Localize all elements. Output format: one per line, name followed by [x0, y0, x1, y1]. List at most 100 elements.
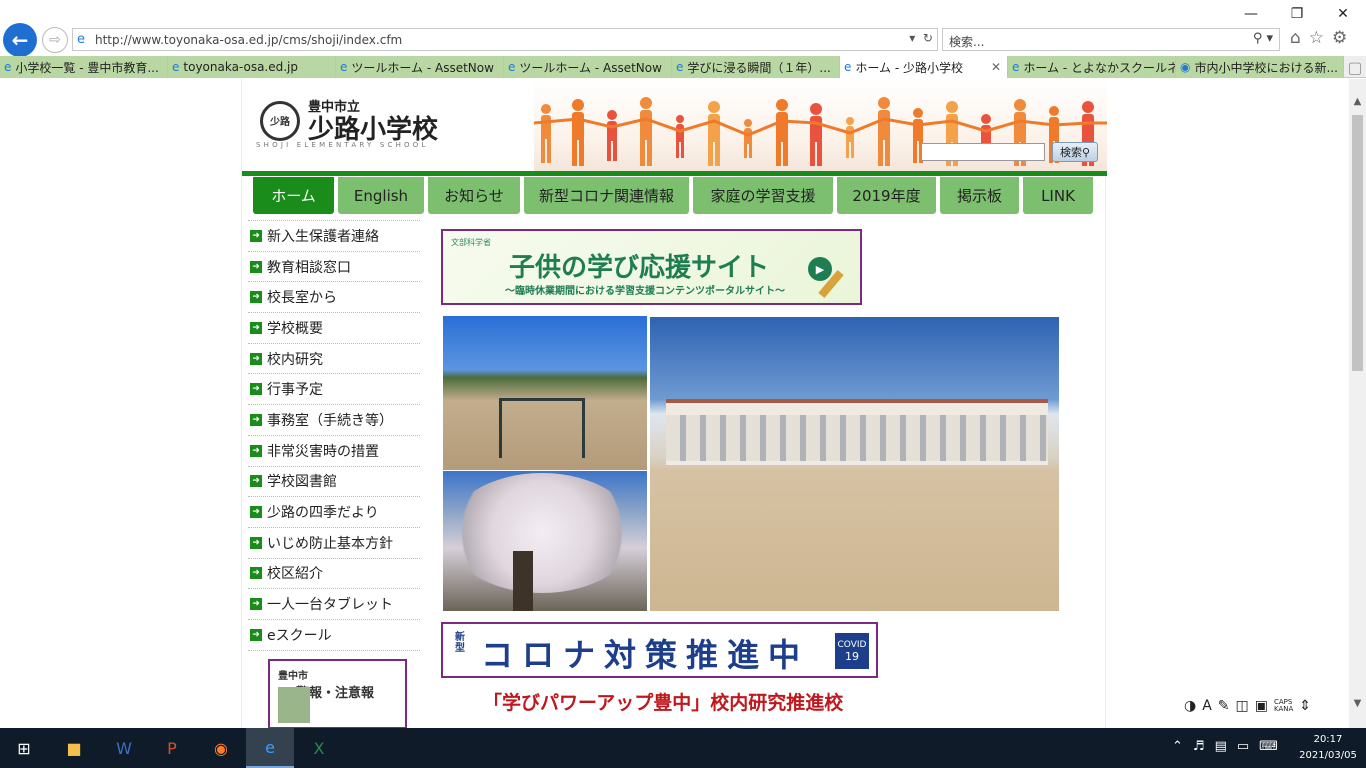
side-nav-item[interactable]: ➜ 学校概要: [248, 312, 420, 343]
chevron-up-icon[interactable]: ⌃: [1172, 739, 1183, 754]
school-emblem-icon: 少路: [260, 100, 300, 141]
new-tab-button[interactable]: ▢: [1344, 56, 1366, 78]
excel-icon[interactable]: X: [295, 728, 343, 768]
arrow-right-icon: ➜: [250, 536, 262, 549]
tab-item[interactable]: ◉ 市内小中学校における新...: [1176, 56, 1344, 78]
tab-item[interactable]: e toyonaka-osa.ed.jp: [168, 56, 336, 78]
address-bar[interactable]: e http://www.toyonaka-osa.ed.jp/cms/shoj…: [72, 28, 938, 51]
play-icon: ▶: [808, 257, 832, 281]
nav-link[interactable]: LINK: [1023, 177, 1093, 214]
tab-item-active[interactable]: e ホーム - 少路小学校 ✕: [840, 56, 1008, 78]
tab-item[interactable]: e ツールホーム - AssetNow: [504, 56, 672, 78]
side-nav-item[interactable]: ➜ 一人一台タブレット: [248, 588, 420, 619]
windows-start-icon[interactable]: ⊞: [0, 728, 48, 768]
arrow-right-icon: ➜: [250, 598, 262, 611]
weather-alert-banner[interactable]: 豊中市 警報・注意報: [268, 659, 407, 728]
home-icon[interactable]: ⌂: [1290, 28, 1301, 48]
favorites-star-icon[interactable]: ☆: [1309, 28, 1324, 48]
system-tray: ⌃ ♬ ▤ ▭ ⌨: [1172, 739, 1278, 754]
word-icon[interactable]: W: [100, 728, 148, 768]
internet-explorer-icon[interactable]: e: [246, 728, 294, 768]
nav-bulletin-board[interactable]: 掲示板: [940, 177, 1019, 214]
site-search-input[interactable]: [921, 143, 1045, 161]
school-tab-icon: ◉: [1180, 60, 1191, 74]
tab-item[interactable]: e 小学校一覧 - 豊中市教育...: [0, 56, 168, 78]
side-nav-item[interactable]: ➜ 事務室（手続き等）: [248, 404, 420, 435]
powerpoint-icon[interactable]: P: [148, 728, 196, 768]
arrow-right-icon: ➜: [250, 628, 262, 641]
firefox-icon[interactable]: ◉: [197, 728, 245, 768]
covid19-badge: COVID 19: [835, 633, 869, 669]
battery-icon[interactable]: ▭: [1237, 739, 1249, 754]
taskbar-clock[interactable]: 20:17 2021/03/05: [1296, 732, 1360, 764]
ime-mode-icon[interactable]: ◑: [1184, 698, 1196, 714]
side-nav: ➜ 新入生保護者連絡 ➜ 教育相談窓口 ➜ 校長室から ➜ 学校概要 ➜ 校内研究 ➜ 行事…: [248, 220, 420, 651]
file-explorer-icon[interactable]: ■: [50, 728, 98, 768]
ime-toolbar: ◑ A ✎ ◫ ▣ CAPS KANA ⇕: [1174, 692, 1346, 719]
arrow-right-icon: ➜: [250, 352, 262, 365]
ime-tools-icon[interactable]: ▣: [1255, 698, 1268, 714]
mext-learning-banner[interactable]: 文部科学省 子供の学び応援サイト ▶ 〜臨時休業期間における学習支援コンテンツポ…: [441, 229, 862, 305]
side-nav-item[interactable]: ➜ 教育相談窓口: [248, 250, 420, 282]
nav-home[interactable]: ホーム: [253, 177, 334, 214]
vertical-scrollbar[interactable]: ▲ ▼: [1349, 79, 1366, 728]
ime-input-mode-icon[interactable]: A: [1202, 698, 1212, 714]
side-nav-item[interactable]: ➜ 新入生保護者連絡: [248, 220, 420, 251]
school-logo[interactable]: 少路 豊中市立 少路小学校: [260, 96, 438, 145]
ime-pad-icon[interactable]: ◫: [1236, 698, 1249, 714]
arrow-right-icon: ➜: [250, 475, 262, 488]
arrow-right-icon: ➜: [250, 567, 262, 580]
nav-corona-info[interactable]: 新型コロナ関連情報: [524, 177, 689, 214]
tab-item[interactable]: e 学びに浸る瞬間（１年）...: [672, 56, 840, 78]
side-nav-item[interactable]: ➜ 校内研究: [248, 342, 420, 374]
global-nav-line: [242, 171, 1107, 176]
alert-banner-city: 豊中市: [278, 671, 308, 682]
settings-gear-icon[interactable]: ⚙: [1332, 28, 1347, 48]
scroll-down-icon[interactable]: ▼: [1349, 695, 1366, 712]
ie-tab-icon: e: [340, 60, 348, 74]
corona-banner-small: 新型: [455, 632, 465, 654]
nav-2019[interactable]: 2019年度: [837, 177, 936, 214]
side-nav-item[interactable]: ➜ いじめ防止基本方針: [248, 526, 420, 558]
arrow-right-icon: ➜: [250, 413, 262, 426]
cherry-tree-shape: [447, 473, 637, 593]
side-nav-item[interactable]: ➜ 少路の四季だより: [248, 496, 420, 527]
ie-tab-icon: e: [844, 60, 852, 74]
forward-button[interactable]: ⇨: [42, 27, 68, 53]
side-nav-item[interactable]: ➜ 校長室から: [248, 281, 420, 312]
tab-item[interactable]: eホーム - とよなかスクールネット: [1008, 56, 1176, 78]
network-icon[interactable]: ▤: [1215, 739, 1227, 754]
side-nav-item[interactable]: ➜ 非常災害時の措置: [248, 434, 420, 466]
nav-home-learning[interactable]: 家庭の学習支援: [693, 177, 833, 214]
ime-dictionary-icon[interactable]: ✎: [1218, 698, 1230, 714]
ie-page-icon: e: [77, 32, 85, 47]
browser-search-input[interactable]: 検索... ⚲ ▾: [942, 28, 1280, 51]
scroll-thumb[interactable]: [1352, 115, 1363, 371]
alert-banner-title: 警報・注意報: [296, 686, 375, 701]
site-search-button[interactable]: 検索 ⚲: [1052, 142, 1098, 162]
research-school-title: 「学びパワーアップ豊中」校内研究推進校: [483, 692, 844, 714]
nav-english[interactable]: English: [338, 177, 424, 214]
corona-measures-banner[interactable]: 新型 コロナ対策推進中 COVID 19: [441, 622, 878, 678]
volume-icon[interactable]: ♬: [1193, 739, 1205, 754]
side-nav-item[interactable]: ➜ 校区紹介: [248, 557, 420, 589]
tab-close-icon[interactable]: ✕: [991, 60, 1001, 74]
arrow-right-icon: ➜: [250, 229, 262, 242]
side-nav-item[interactable]: ➜ 行事予定: [248, 373, 420, 404]
back-button[interactable]: ←: [3, 23, 37, 57]
nav-news[interactable]: お知らせ: [428, 177, 520, 214]
clock-date: 2021/03/05: [1299, 750, 1357, 761]
side-nav-item[interactable]: ➜ eスクール: [248, 618, 420, 650]
ime-options-icon[interactable]: ⇕: [1299, 698, 1311, 714]
arrow-right-icon: ➜: [250, 383, 262, 396]
scroll-up-icon[interactable]: ▲: [1349, 93, 1366, 110]
search-icon[interactable]: ⚲ ▾: [1253, 31, 1273, 46]
tab-item[interactable]: e ツールホーム - AssetNow: [336, 56, 504, 78]
address-tools[interactable]: ▾ ↻: [909, 31, 933, 45]
keyboard-icon[interactable]: ⌨: [1259, 739, 1278, 754]
side-nav-item[interactable]: ➜ 学校図書館: [248, 465, 420, 497]
school-page: 少路 豊中市立 少路小学校 SHOJI ELEMENTARY SCHOOL 検索…: [241, 79, 1107, 728]
ie-tab-icon: e: [172, 60, 180, 74]
logo-text: 豊中市立 少路小学校: [308, 96, 438, 145]
playground-equipment-photo: [443, 316, 647, 470]
